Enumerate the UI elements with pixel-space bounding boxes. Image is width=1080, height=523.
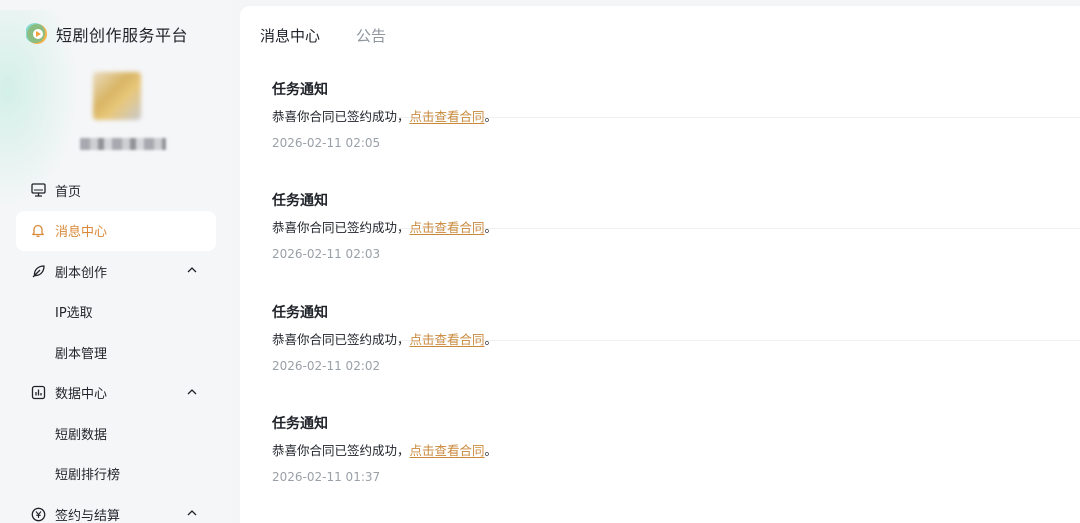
message-suffix: 。 bbox=[484, 443, 498, 458]
message-title: 任务通知 bbox=[272, 416, 328, 432]
bell-icon bbox=[30, 223, 46, 239]
sidebar-item-label: 消息中心 bbox=[55, 225, 108, 240]
brand-logo-icon bbox=[25, 23, 48, 45]
sidebar-item-label: IP选取 bbox=[55, 306, 93, 321]
view-contract-link[interactable]: 点击查看合同 bbox=[410, 443, 485, 458]
sidebar-item-contract-settlement[interactable]: 签约与结算 bbox=[16, 494, 216, 523]
sidebar-item-label: 首页 bbox=[55, 184, 82, 200]
sidebar-item-label: 数据中心 bbox=[55, 387, 108, 402]
sidebar-item-messages[interactable]: 消息中心 bbox=[16, 210, 216, 251]
monitor-icon bbox=[30, 182, 46, 198]
sidebar-item-script-creation[interactable]: 剧本创作 bbox=[16, 251, 216, 291]
chart-icon bbox=[30, 385, 46, 401]
message-time: 2026-02-11 01:37 bbox=[272, 470, 381, 484]
sidebar-item-drama-data[interactable]: 短剧数据 bbox=[16, 413, 216, 453]
sidebar-item-data-center[interactable]: 数据中心 bbox=[16, 373, 216, 413]
message-title: 任务通知 bbox=[272, 305, 328, 321]
brand-title: 短剧创作服务平台 bbox=[56, 26, 189, 45]
message-title: 任务通知 bbox=[272, 193, 328, 209]
message-item: 任务通知 恭喜你合同已签约成功，点击查看合同。 2026-02-11 02:05 bbox=[272, 6, 1080, 150]
message-item: 任务通知 恭喜你合同已签约成功，点击查看合同。 2026-02-11 01:37 bbox=[272, 340, 1080, 484]
main-panel: 消息中心 公告 任务通知 恭喜你合同已签约成功，点击查看合同。 2026-02-… bbox=[240, 6, 1080, 523]
sidebar-item-label: 签约与结算 bbox=[55, 508, 121, 523]
sidebar-item-drama-ranking[interactable]: 短剧排行榜 bbox=[16, 454, 216, 494]
sidebar-item-label: 剧本管理 bbox=[55, 346, 108, 362]
message-body: 恭喜你合同已签约成功，点击查看合同。 bbox=[272, 440, 497, 459]
sidebar-item-script-manage[interactable]: 剧本管理 bbox=[16, 332, 216, 372]
message-title: 任务通知 bbox=[272, 82, 328, 98]
message-item: 任务通知 恭喜你合同已签约成功，点击查看合同。 2026-02-11 02:03 bbox=[272, 117, 1080, 261]
sidebar-item-ip-select[interactable]: IP选取 bbox=[16, 292, 216, 332]
chevron-up-icon[interactable] bbox=[186, 386, 198, 398]
sidebar-item-label: 剧本创作 bbox=[55, 265, 108, 281]
yen-icon bbox=[30, 506, 46, 522]
user-name-redacted bbox=[80, 138, 166, 150]
chevron-up-icon[interactable] bbox=[186, 507, 198, 519]
sidebar-item-home[interactable]: 首页 bbox=[16, 170, 216, 210]
sidebar: 短剧创作服务平台 首页 消息中心 剧本创作 IP选取 剧本管理 数据中心 短剧数… bbox=[0, 0, 232, 523]
feather-icon bbox=[30, 263, 46, 279]
chevron-up-icon[interactable] bbox=[186, 264, 198, 276]
message-item: 任务通知 恭喜你合同已签约成功，点击查看合同。 2026-02-11 02:02 bbox=[272, 229, 1080, 373]
sidebar-nav: 首页 消息中心 剧本创作 IP选取 剧本管理 数据中心 短剧数据 短剧排行榜 签… bbox=[16, 170, 216, 523]
sidebar-item-label: 短剧数据 bbox=[55, 427, 108, 443]
sidebar-item-label: 短剧排行榜 bbox=[55, 468, 121, 483]
message-text: 恭喜你合同已签约成功， bbox=[272, 443, 410, 458]
avatar[interactable] bbox=[93, 72, 141, 120]
brand[interactable]: 短剧创作服务平台 bbox=[25, 22, 189, 46]
